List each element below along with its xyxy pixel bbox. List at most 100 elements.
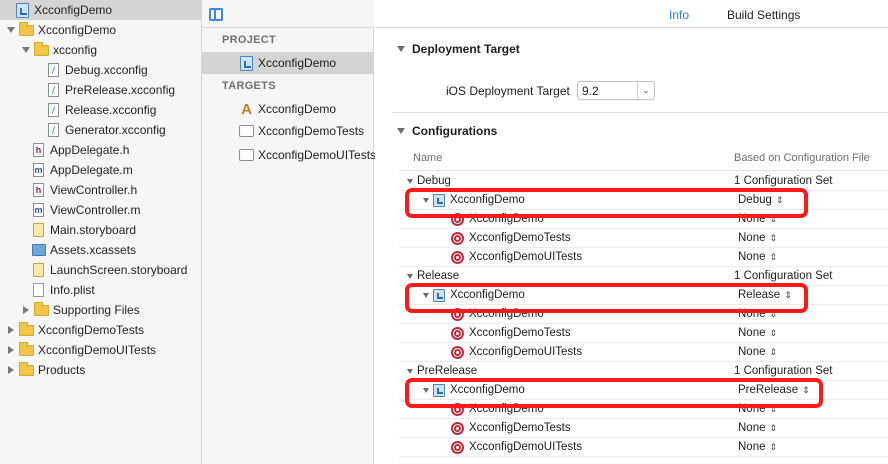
navigator-item-label: XcconfigDemoTests: [38, 323, 145, 337]
configuration-name: PreRelease: [417, 365, 478, 377]
storyboard-icon: [31, 223, 46, 238]
navigator-item[interactable]: Generator.xcconfig: [0, 120, 201, 140]
disclosure-open-icon[interactable]: [21, 45, 31, 55]
navigator-item-label: Main.storyboard: [50, 223, 137, 237]
config-file-value: None: [738, 422, 766, 434]
disclosure-closed-icon[interactable]: [21, 305, 31, 315]
highlight-box-release: [405, 283, 808, 313]
navigator-item[interactable]: h AppDelegate.h: [0, 140, 201, 160]
target-item-tests[interactable]: XcconfigDemoTests: [202, 120, 374, 142]
navigator-item[interactable]: m AppDelegate.m: [0, 160, 201, 180]
xcconfig-file-icon: [46, 83, 61, 98]
xcconfig-file-icon: [46, 63, 61, 78]
test-bundle-icon: [239, 124, 254, 139]
navigator-item[interactable]: XcconfigDemo: [0, 0, 201, 20]
configuration-target-row[interactable]: XcconfigDemoUITests None ⇕: [399, 343, 888, 362]
navigator-item[interactable]: Info.plist: [0, 280, 201, 300]
target-item-uitests[interactable]: XcconfigDemoUITests: [202, 144, 376, 166]
target-icon: [451, 231, 464, 245]
xcconfig-file-icon: [46, 103, 61, 118]
app-target-icon: A: [241, 100, 252, 118]
plist-file-icon: [31, 283, 46, 298]
configuration-target-row[interactable]: XcconfigDemoTests None ⇕: [399, 324, 888, 343]
navigator-item-label: AppDelegate.m: [50, 163, 133, 177]
deployment-target-popup[interactable]: 9.2 ⌄: [577, 81, 655, 100]
asset-catalog-icon: [31, 243, 46, 258]
configuration-target-row[interactable]: XcconfigDemoUITests None ⇕: [399, 438, 888, 457]
navigator-item[interactable]: Debug.xcconfig: [0, 60, 201, 80]
chevron-down-icon: ⌄: [637, 82, 654, 99]
target-name: XcconfigDemoUITests: [469, 346, 583, 358]
disclosure-closed-icon[interactable]: [6, 325, 16, 335]
column-header-based-on: Based on Configuration File: [734, 152, 870, 164]
up-down-arrows-icon: ⇕: [769, 441, 778, 452]
config-file-value: None: [738, 232, 766, 244]
header-file-icon: h: [31, 183, 46, 198]
configuration-name: Debug: [417, 175, 451, 187]
sidebar-toggle-icon[interactable]: [209, 8, 223, 21]
project-item[interactable]: XcconfigDemo: [202, 52, 374, 74]
chevron-down-icon[interactable]: [407, 273, 413, 279]
config-file-popup[interactable]: None ⇕: [738, 327, 777, 339]
target-icon: [451, 326, 464, 340]
navigator-item[interactable]: XcconfigDemo: [0, 20, 201, 40]
config-file-popup[interactable]: None ⇕: [738, 346, 777, 358]
target-name: XcconfigDemoUITests: [469, 251, 583, 263]
navigator-item[interactable]: Main.storyboard: [0, 220, 201, 240]
navigator-item[interactable]: PreRelease.xcconfig: [0, 80, 201, 100]
folder-icon: [19, 321, 34, 338]
objc-file-icon: m: [33, 203, 44, 217]
navigator-item[interactable]: Supporting Files: [0, 300, 201, 320]
chevron-down-icon[interactable]: [407, 178, 413, 184]
navigator-item-label: PreRelease.xcconfig: [65, 83, 176, 97]
navigator-item[interactable]: Release.xcconfig: [0, 100, 201, 120]
section-divider: [392, 112, 888, 113]
navigator-item-label: Products: [38, 363, 86, 377]
navigator-item[interactable]: xcconfig: [0, 40, 201, 60]
navigator-item-label: Release.xcconfig: [65, 103, 157, 117]
up-down-arrows-icon: ⇕: [769, 346, 778, 357]
navigator-item[interactable]: Assets.xcassets: [0, 240, 201, 260]
target-name: XcconfigDemoTests: [469, 327, 571, 339]
disclosure-closed-icon[interactable]: [6, 365, 16, 375]
configuration-name: Release: [417, 270, 460, 282]
navigator-item-label: AppDelegate.h: [50, 143, 130, 157]
navigator-item-label: xcconfig: [53, 43, 98, 57]
navigator-item[interactable]: h ViewController.h: [0, 180, 201, 200]
navigator-item-label: ViewController.m: [50, 203, 141, 217]
target-item-app[interactable]: A XcconfigDemo: [202, 98, 374, 120]
disclosure-closed-icon[interactable]: [6, 345, 16, 355]
configuration-target-row[interactable]: XcconfigDemoTests None ⇕: [399, 229, 888, 248]
configuration-target-row[interactable]: XcconfigDemoUITests None ⇕: [399, 248, 888, 267]
config-file-value: None: [738, 346, 766, 358]
navigator-item-label: Info.plist: [50, 283, 95, 297]
chevron-down-icon[interactable]: [397, 46, 405, 52]
config-file-popup[interactable]: None ⇕: [738, 422, 777, 434]
disclosure-open-icon[interactable]: [6, 25, 16, 35]
up-down-arrows-icon: ⇕: [769, 251, 778, 262]
target-name: XcconfigDemoUITests: [469, 441, 583, 453]
navigator-item[interactable]: m ViewController.m: [0, 200, 201, 220]
navigator-item-label: Debug.xcconfig: [65, 63, 148, 77]
target-name: XcconfigDemoTests: [469, 422, 571, 434]
chevron-down-icon[interactable]: [407, 368, 413, 374]
navigator-item[interactable]: XcconfigDemoTests: [0, 320, 201, 340]
navigator-item[interactable]: XcconfigDemoUITests: [0, 340, 201, 360]
chevron-down-icon[interactable]: [397, 128, 405, 134]
navigator-item[interactable]: LaunchScreen.storyboard: [0, 260, 201, 280]
config-file-popup[interactable]: None ⇕: [738, 251, 777, 263]
navigator-item[interactable]: Products: [0, 360, 201, 380]
tab-build-settings[interactable]: Build Settings: [727, 8, 800, 22]
editor-tab-bar: Info Build Settings: [375, 0, 888, 28]
configuration-target-row[interactable]: XcconfigDemoTests None ⇕: [399, 419, 888, 438]
folder-icon: [34, 301, 49, 318]
project-icon: [239, 55, 254, 71]
config-file-popup[interactable]: None ⇕: [738, 441, 777, 453]
tab-info[interactable]: Info: [669, 8, 689, 22]
navigator-item-label: Assets.xcassets: [50, 243, 137, 257]
highlight-box-debug: [405, 188, 808, 218]
xcconfig-file-icon: [46, 123, 61, 138]
test-bundle-icon: [239, 148, 254, 163]
config-file-popup[interactable]: None ⇕: [738, 232, 777, 244]
deployment-target-value: 9.2: [582, 84, 599, 98]
